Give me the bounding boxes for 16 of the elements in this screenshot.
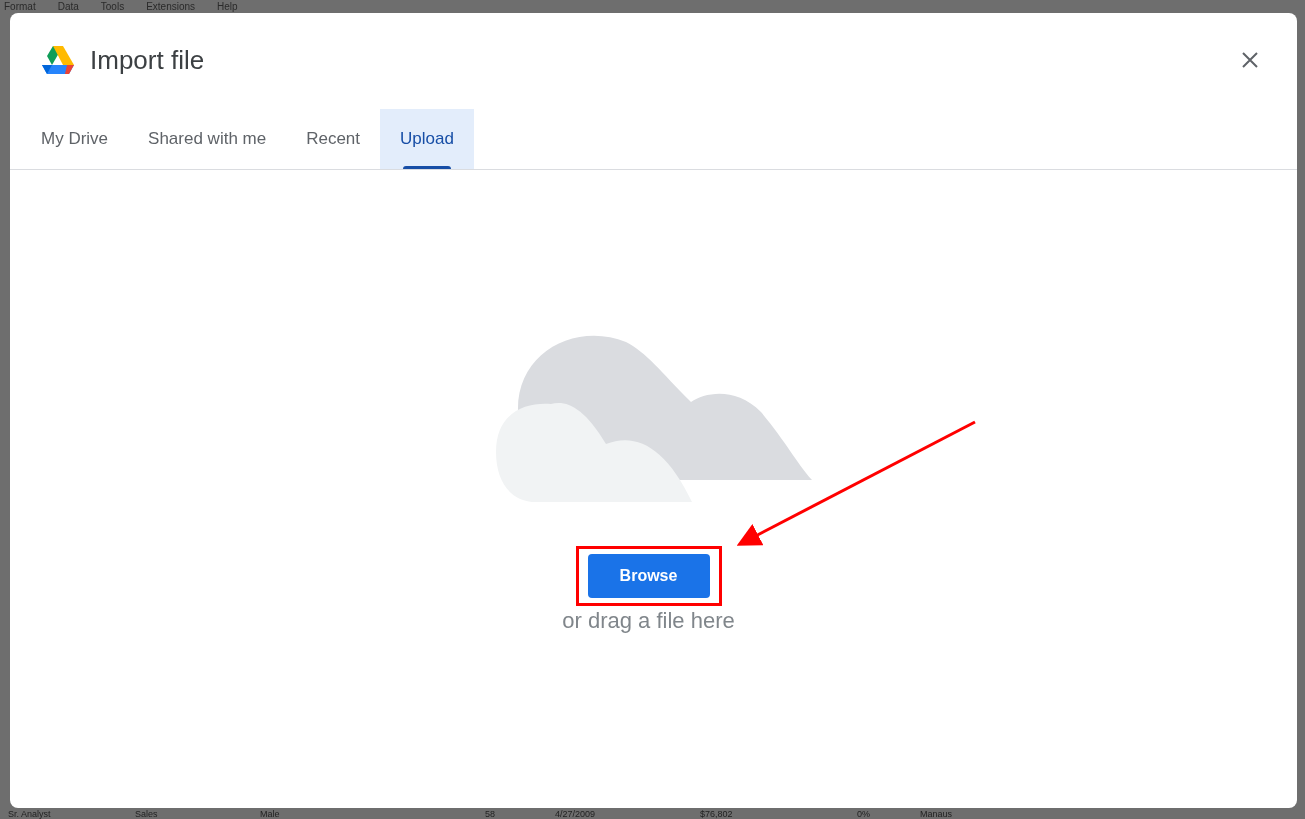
table-cell: Sales: [135, 809, 158, 819]
table-cell: $76,802: [700, 809, 733, 819]
table-cell: 0%: [857, 809, 870, 819]
table-cell: 4/27/2009: [555, 809, 596, 819]
browse-button[interactable]: Browse: [587, 554, 710, 598]
table-cell: Sr. Analyst: [8, 809, 51, 819]
dialog-title: Import file: [90, 44, 206, 76]
tab[interactable]: Shared with me: [128, 109, 287, 169]
table-cell: Male: [260, 809, 280, 819]
table-cell: Manaus: [920, 809, 953, 819]
table-cell: 58: [485, 809, 495, 819]
tab[interactable]: My Drive: [10, 109, 129, 169]
drive-logo-icon: [42, 46, 74, 74]
drag-hint: or drag a file here: [562, 608, 735, 634]
tab[interactable]: Upload: [380, 109, 474, 169]
tab[interactable]: Recent: [286, 109, 381, 169]
